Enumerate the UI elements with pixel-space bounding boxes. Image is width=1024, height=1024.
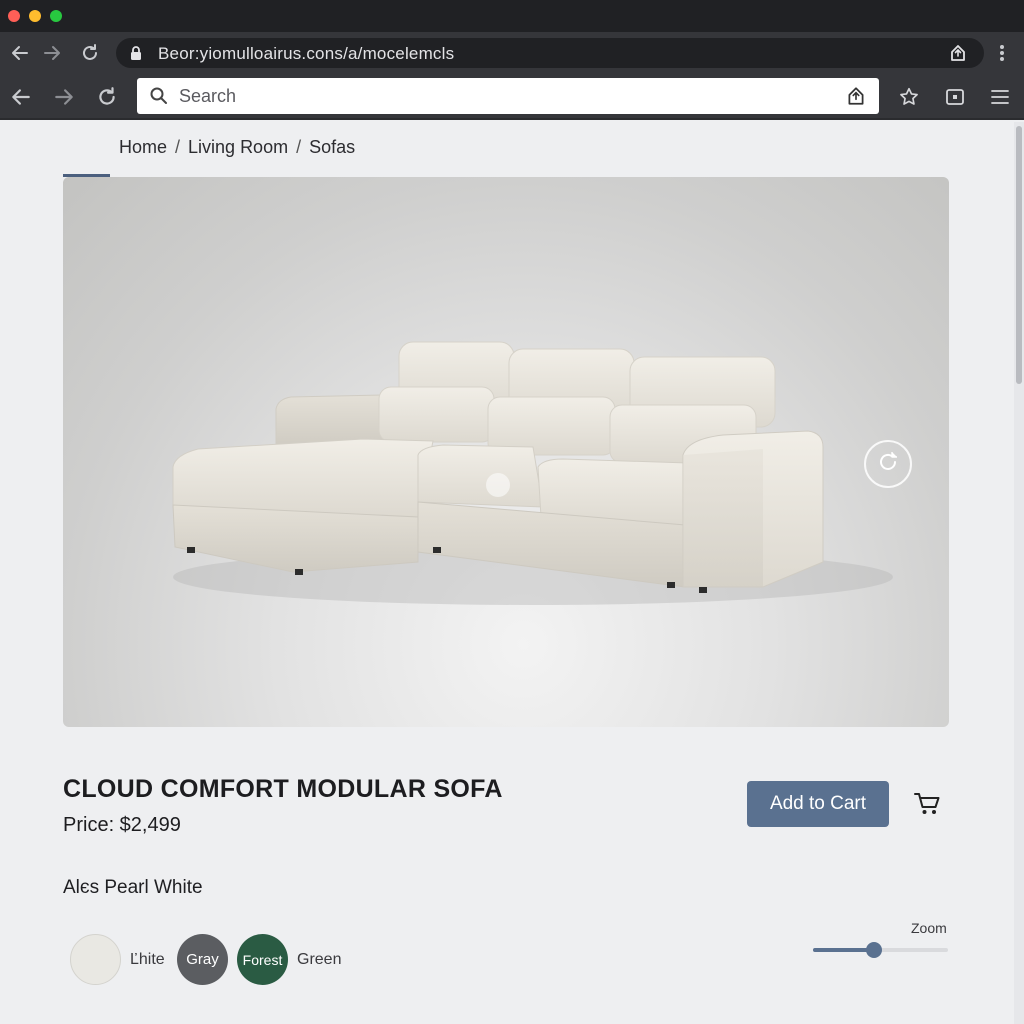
breadcrumb-home[interactable]: Home <box>119 137 167 157</box>
reload-icon[interactable] <box>78 41 102 65</box>
back-arrow-icon[interactable] <box>8 41 32 65</box>
zoom-label: Zoom <box>911 920 947 936</box>
minimize-window-button[interactable] <box>29 10 41 22</box>
url-field[interactable]: Beor:yiomulloairus.cons/a/mocelemcls <box>116 38 984 68</box>
selected-color-text: Alєs Pearl White <box>63 877 203 898</box>
rotate-360-button[interactable] <box>864 440 912 488</box>
extension-icon[interactable] <box>845 85 867 112</box>
scrollbar-thumb[interactable] <box>1016 126 1022 384</box>
share-icon[interactable] <box>948 43 968 68</box>
swatch-label-gray: Gray <box>186 951 219 968</box>
product-image-viewer[interactable] <box>63 177 949 727</box>
search-bar <box>137 78 879 114</box>
color-swatch-forest-green[interactable]: Forest <box>237 934 288 985</box>
search-input[interactable] <box>179 78 819 114</box>
forward-arrow-icon[interactable] <box>51 84 77 110</box>
address-bar: Beor:yiomulloairus.cons/a/mocelemcls <box>0 32 1024 74</box>
breadcrumb-separator: / <box>296 137 302 157</box>
forward-arrow-icon[interactable] <box>40 41 64 65</box>
close-window-button[interactable] <box>8 10 20 22</box>
hamburger-icon[interactable] <box>987 84 1013 110</box>
swatch-label-green: Green <box>297 951 342 968</box>
back-arrow-icon[interactable] <box>8 84 34 110</box>
add-to-cart-button[interactable]: Add to Cart <box>747 781 889 827</box>
toolbar <box>0 74 1024 120</box>
color-swatch-gray[interactable]: Gray <box>177 934 228 985</box>
tab-icon[interactable] <box>942 84 968 110</box>
rotate-360-icon <box>875 449 901 480</box>
sofa-image <box>172 341 893 605</box>
cart-icon[interactable] <box>912 790 942 823</box>
color-swatch-white[interactable] <box>70 934 121 985</box>
zoom-slider-fill <box>813 948 874 952</box>
lock-icon <box>130 45 142 66</box>
zoom-slider[interactable] <box>813 942 948 958</box>
url-text: Beor:yiomulloairus.cons/a/mocelemcls <box>158 44 455 63</box>
reload-icon[interactable] <box>94 84 120 110</box>
breadcrumb-separator: / <box>175 137 181 157</box>
swatch-label-white: Ľhite <box>130 951 165 968</box>
search-icon <box>149 86 169 111</box>
maximize-window-button[interactable] <box>50 10 62 22</box>
breadcrumb-sofas[interactable]: Sofas <box>309 137 355 157</box>
breadcrumb: Home / Living Room / Sofas <box>119 137 355 158</box>
product-title: CLOUD COMFORT MODULAR SOFA <box>63 775 503 803</box>
window-titlebar <box>0 0 1024 32</box>
swatch-label-forest: Forest <box>242 951 283 968</box>
star-icon[interactable] <box>896 84 922 110</box>
breadcrumb-living-room[interactable]: Living Room <box>188 137 288 157</box>
product-price: Price: $2,499 <box>63 814 181 836</box>
menu-dots-icon[interactable] <box>992 41 1012 65</box>
zoom-slider-thumb[interactable] <box>865 942 882 958</box>
